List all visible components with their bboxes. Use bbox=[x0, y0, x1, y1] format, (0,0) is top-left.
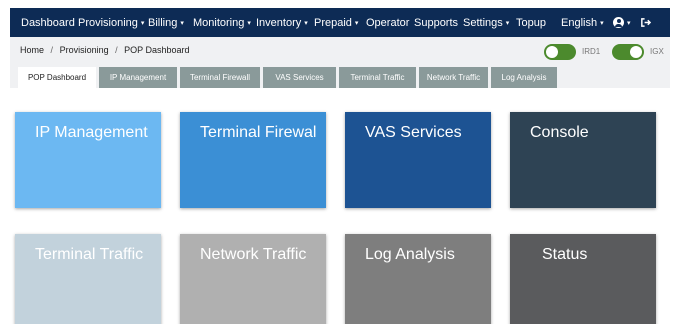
tile-console[interactable]: Console bbox=[510, 112, 656, 208]
nav-prepaid-label: Prepaid bbox=[314, 16, 352, 29]
tile-label: Terminal Firewal bbox=[200, 124, 317, 141]
tile-label: Console bbox=[530, 124, 589, 141]
toggle-ird1[interactable] bbox=[544, 44, 576, 60]
tab-label: Log Analysis bbox=[501, 73, 547, 82]
chevron-down-icon: ▾ bbox=[140, 19, 145, 27]
nav-topup[interactable]: Topup bbox=[516, 8, 546, 37]
toggle-ird1-label: IRD1 bbox=[582, 47, 601, 56]
user-circle-icon bbox=[613, 17, 624, 28]
tile-vas-services[interactable]: VAS Services bbox=[345, 112, 491, 208]
chevron-down-icon: ▾ bbox=[354, 19, 359, 27]
tab-terminal-traffic[interactable]: Terminal Traffic bbox=[339, 67, 416, 88]
nav-provisioning[interactable]: Provisioning ▾ bbox=[78, 8, 144, 37]
nav-billing-label: Billing bbox=[148, 16, 178, 29]
tile-label: Terminal Traffic bbox=[35, 246, 144, 263]
nav-billing[interactable]: Billing ▾ bbox=[148, 8, 184, 37]
tab-label: Terminal Traffic bbox=[350, 73, 405, 82]
nav-provisioning-label: Provisioning bbox=[78, 16, 138, 29]
tile-label: Status bbox=[542, 246, 588, 263]
tab-terminal-firewall[interactable]: Terminal Firewall bbox=[180, 67, 260, 88]
nav-topup-label: Topup bbox=[516, 16, 546, 29]
nav-inventory-label: Inventory bbox=[256, 16, 302, 29]
tab-label: Network Traffic bbox=[426, 73, 481, 82]
tile-label: IP Management bbox=[35, 124, 148, 141]
chevron-down-icon: ▾ bbox=[247, 19, 251, 27]
breadcrumb-separator: / bbox=[115, 45, 118, 55]
nav-supports[interactable]: Supports bbox=[414, 8, 458, 37]
chevron-down-icon: ▾ bbox=[304, 19, 308, 27]
toggle-knob bbox=[630, 46, 642, 58]
tile-ip-management[interactable]: IP Management bbox=[15, 112, 161, 208]
nav-dashboard-label: Dashboard bbox=[21, 16, 75, 29]
tile-label: VAS Services bbox=[365, 124, 462, 141]
chevron-down-icon: ▾ bbox=[180, 19, 184, 27]
language-selector[interactable]: English ▾ bbox=[561, 8, 604, 37]
tab-label: POP Dashboard bbox=[27, 73, 87, 82]
tile-terminal-traffic[interactable]: Terminal Traffic bbox=[15, 234, 161, 324]
nav-monitoring-label: Monitoring bbox=[193, 16, 245, 29]
nav-monitoring[interactable]: Monitoring ▾ bbox=[193, 8, 251, 37]
nav-inventory[interactable]: Inventory ▾ bbox=[256, 8, 308, 37]
logout-button[interactable] bbox=[640, 8, 651, 37]
tile-terminal-firewall[interactable]: Terminal Firewal bbox=[180, 112, 326, 208]
tab-log-analysis[interactable]: Log Analysis bbox=[491, 67, 557, 88]
chevron-down-icon: ▾ bbox=[505, 19, 510, 27]
nav-supports-label: Supports bbox=[414, 16, 459, 29]
tab-label: VAS Services bbox=[275, 73, 324, 82]
tab-ip-management[interactable]: IP Management bbox=[99, 67, 177, 88]
breadcrumb-home[interactable]: Home bbox=[20, 45, 44, 55]
tile-status[interactable]: Status bbox=[510, 234, 656, 324]
chevron-down-icon: ▾ bbox=[627, 19, 631, 27]
tile-label: Network Traffic bbox=[200, 246, 307, 263]
toggle-igx-label: IGX bbox=[650, 47, 664, 56]
tab-label: IP Management bbox=[109, 73, 167, 82]
toggle-knob bbox=[546, 46, 558, 58]
language-label: English bbox=[561, 16, 598, 29]
nav-dashboard[interactable]: Dashboard bbox=[21, 8, 75, 37]
breadcrumb-current: POP Dashboard bbox=[124, 45, 190, 55]
tab-vas-services[interactable]: VAS Services bbox=[263, 67, 336, 88]
nav-prepaid[interactable]: Prepaid ▾ bbox=[314, 8, 358, 37]
tile-label: Log Analysis bbox=[365, 246, 455, 263]
tile-log-analysis[interactable]: Log Analysis bbox=[345, 234, 491, 324]
tab-pop-dashboard[interactable]: POP Dashboard bbox=[18, 67, 96, 88]
tab-label: Terminal Firewall bbox=[189, 73, 250, 82]
sub-header: Home / Provisioning / POP Dashboard IRD1… bbox=[10, 37, 670, 88]
logout-icon bbox=[641, 18, 651, 27]
chevron-down-icon: ▾ bbox=[600, 19, 604, 27]
nav-settings[interactable]: Settings ▾ bbox=[463, 8, 509, 37]
nav-settings-label: Settings bbox=[463, 16, 503, 29]
top-navbar: Dashboard Provisioning ▾ Billing ▾ Monit… bbox=[10, 8, 670, 37]
tab-network-traffic[interactable]: Network Traffic bbox=[419, 67, 488, 88]
toggle-igx[interactable] bbox=[612, 44, 644, 60]
tile-network-traffic[interactable]: Network Traffic bbox=[180, 234, 326, 324]
breadcrumb-separator: / bbox=[50, 45, 54, 55]
nav-operator-label: Operator bbox=[366, 16, 410, 29]
breadcrumb: Home / Provisioning / POP Dashboard bbox=[20, 45, 190, 55]
user-menu[interactable]: ▾ bbox=[613, 8, 631, 37]
nav-operator[interactable]: Operator bbox=[366, 8, 409, 37]
breadcrumb-provisioning[interactable]: Provisioning bbox=[60, 45, 109, 55]
